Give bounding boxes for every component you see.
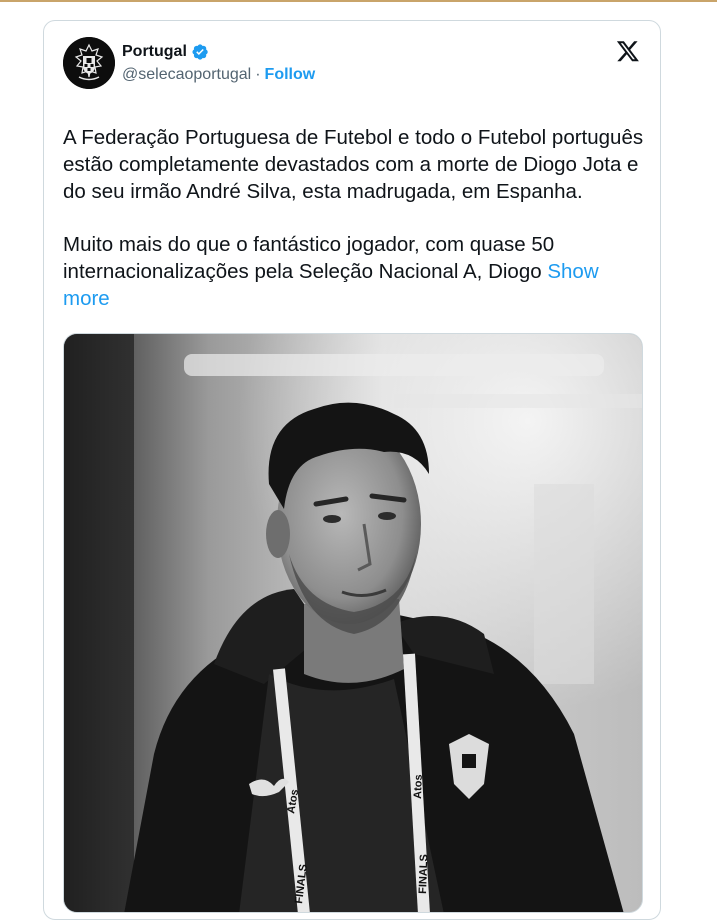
handle-row: @selecaoportugal · Follow — [122, 66, 315, 84]
tweet-paragraph-1: A Federação Portuguesa de Futebol e todo… — [63, 126, 644, 203]
separator-dot: · — [255, 66, 261, 83]
tweet-photo[interactable]: Atos FINALS Atos FINALS — [63, 333, 643, 913]
author-handle[interactable]: @selecaoportugal — [122, 66, 251, 84]
fpf-crest-icon — [63, 37, 115, 89]
lanyard-text-4: FINALS — [417, 854, 430, 894]
tweet-text: A Federação Portuguesa de Futebol e todo… — [63, 124, 648, 312]
verified-badge-icon — [192, 44, 208, 60]
tweet-paragraph-2: Muito mais do que o fantástico jogador, … — [63, 231, 648, 312]
avatar[interactable] — [63, 37, 115, 89]
author-name-row[interactable]: Portugal — [122, 41, 209, 63]
player-photo-image: Atos FINALS Atos FINALS — [64, 334, 642, 912]
page-top-rule — [0, 0, 717, 2]
lanyard-text-3: Atos — [412, 774, 425, 799]
tweet-paragraph-2-text: Muito mais do que o fantástico jogador, … — [63, 233, 555, 283]
author-name[interactable]: Portugal — [122, 43, 187, 61]
tweet-card[interactable]: Portugal @selecaoportugal · Follow A Fed… — [43, 20, 661, 920]
x-logo-icon[interactable] — [616, 39, 640, 63]
follow-button[interactable]: Follow — [265, 66, 316, 84]
